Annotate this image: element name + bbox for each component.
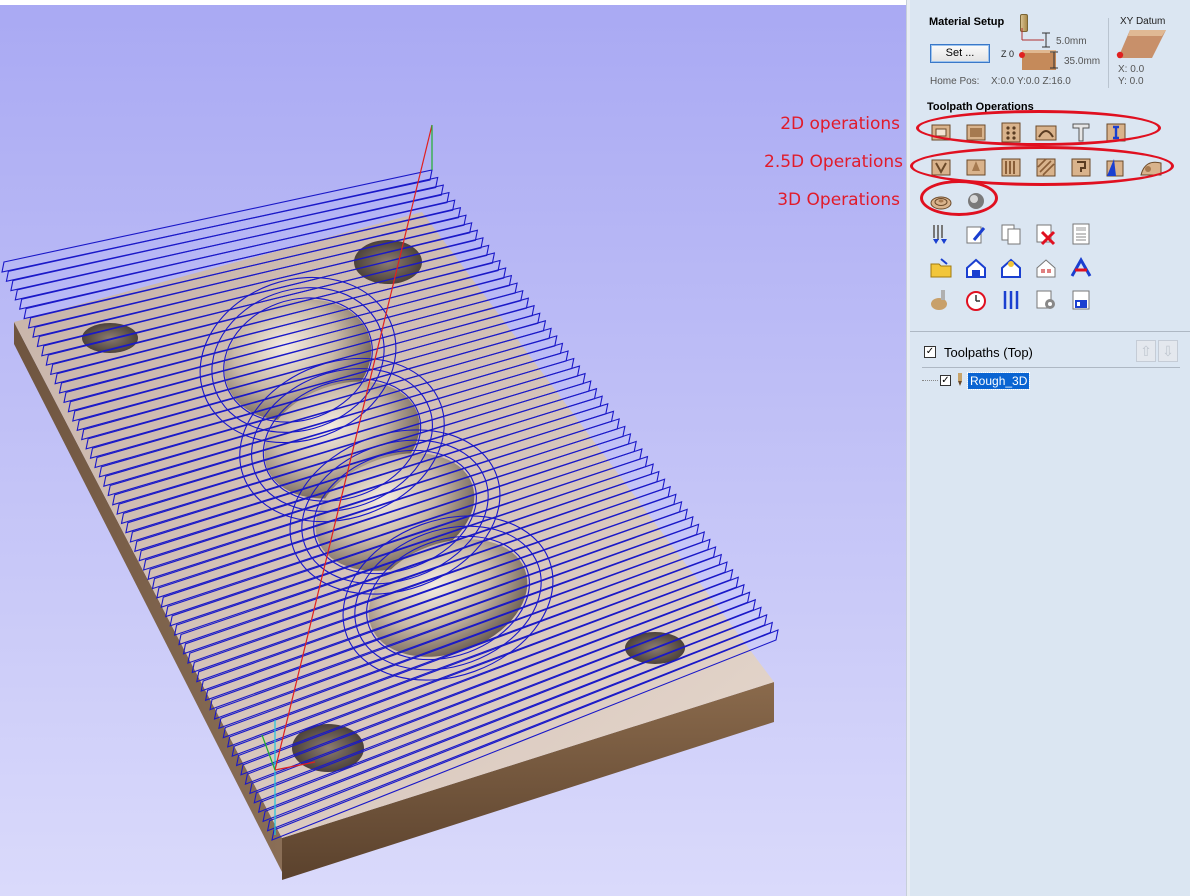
toolpaths-list-title: Toolpaths (Top) (944, 345, 1033, 360)
divider (1108, 18, 1109, 88)
simulate-toolpaths-icon[interactable] (999, 288, 1023, 312)
tool-database-icon[interactable] (929, 288, 953, 312)
template-library-icon[interactable] (1034, 256, 1058, 280)
toolpath-summary-icon[interactable] (1069, 256, 1093, 280)
label-2d-operations: 2D operations (780, 114, 900, 134)
calculate-toolpaths-icon[interactable] (929, 222, 953, 246)
annotation-ring-2d (916, 110, 1161, 146)
tree-connector (922, 380, 938, 381)
merge-template-icon[interactable] (999, 256, 1023, 280)
post-processor-icon[interactable] (1034, 288, 1058, 312)
move-up-button[interactable]: ⇧ (1136, 340, 1156, 362)
move-down-button[interactable]: ⇩ (1158, 340, 1178, 362)
toolpath-item-rough-3d[interactable]: Rough_3D (966, 372, 1031, 390)
hole-left (82, 323, 138, 353)
xy-datum-title: XY Datum (1120, 16, 1166, 27)
top-offset-value: 5.0mm (1056, 36, 1087, 47)
z-zero-label: Z 0 (1001, 49, 1015, 59)
open-toolpath-template-icon[interactable] (929, 256, 953, 280)
home-pos-label: Home Pos: (930, 76, 980, 87)
label-3d-operations: 3D Operations (777, 190, 900, 210)
material-setup-title: Material Setup (929, 16, 1005, 28)
toolpaths-panel: Material Setup Set ... Z 0 5.0mm 35.0mm … (910, 0, 1190, 896)
viewport-scene (1, 124, 779, 880)
toolpath-calculator-icon[interactable] (1069, 222, 1093, 246)
copy-toolpath-icon[interactable] (999, 222, 1023, 246)
edit-toolpath-icon[interactable] (964, 222, 988, 246)
label-25d-operations: 2.5D Operations (764, 152, 903, 172)
section-divider (910, 331, 1190, 332)
rough-3d-checkbox[interactable]: ✓ (940, 375, 951, 386)
tool-bit-icon (958, 373, 962, 386)
xy-datum-x: X: 0.0 (1118, 64, 1145, 75)
annotation-ring-3d (920, 180, 998, 216)
3d-viewport[interactable] (0, 0, 906, 896)
xy-datum-y: Y: 0.0 (1118, 76, 1144, 87)
thickness-value: 35.0mm (1064, 56, 1101, 67)
save-toolpath-template-icon[interactable] (964, 256, 988, 280)
toolpaths-visible-checkbox[interactable]: ✓ (924, 346, 936, 358)
home-pos-value: X:0.0 Y:0.0 Z:16.0 (991, 76, 1071, 87)
arrow-down-icon: ⇩ (1162, 343, 1174, 359)
material-set-button[interactable]: Set ... (930, 44, 990, 63)
arrow-up-icon: ⇧ (1140, 343, 1152, 359)
list-divider (922, 367, 1180, 368)
save-toolpath-icon[interactable] (1069, 288, 1093, 312)
delete-toolpath-icon[interactable] (1034, 222, 1058, 246)
preview-timer-icon[interactable] (964, 288, 988, 312)
xy-datum-icon[interactable] (1116, 28, 1168, 60)
